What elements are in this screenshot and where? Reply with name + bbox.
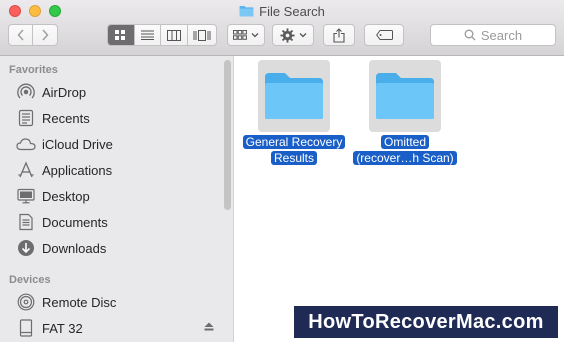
desktop-icon (16, 186, 36, 206)
view-mode-control (107, 24, 217, 46)
sidebar-item-label: Downloads (42, 240, 107, 256)
sidebar-scrollbar[interactable] (224, 60, 231, 210)
cover-flow-view-button[interactable] (188, 25, 216, 45)
sidebar-item-label: AirDrop (42, 84, 87, 100)
sidebar-item-label: iCloud Drive (42, 136, 113, 152)
share-icon (333, 27, 345, 43)
column-view-button[interactable] (161, 25, 188, 45)
sidebar-item-label: Remote Disc (42, 294, 117, 310)
applications-icon (16, 160, 36, 180)
airdrop-icon (16, 82, 36, 102)
sidebar: Favorites AirDrop Recents iCloud Drive A… (0, 56, 234, 342)
icon-view-button[interactable] (108, 25, 135, 45)
chevron-left-icon (16, 29, 24, 41)
chevron-right-icon (42, 29, 49, 41)
documents-icon (16, 212, 36, 232)
disc-icon (16, 292, 36, 312)
eject-icon[interactable] (204, 322, 214, 331)
finder-window: File Search Search Favorites AirDrop Rec… (0, 0, 564, 342)
sidebar-item-documents[interactable]: Documents (16, 211, 108, 233)
devices-header: Devices (9, 274, 51, 286)
search-placeholder: Search (480, 27, 523, 43)
favorites-header: Favorites (9, 64, 58, 76)
folder-label-omitted[interactable]: Omitted (recover…h Scan) (345, 134, 465, 166)
arrange-button[interactable] (227, 24, 265, 46)
downloads-icon (16, 238, 36, 258)
nav-buttons (8, 24, 58, 46)
back-button[interactable] (9, 25, 34, 45)
search-field[interactable]: Search (430, 24, 556, 46)
folder-name-line2: (recover…h Scan) (353, 151, 457, 165)
window-title: File Search (0, 3, 564, 20)
toolbar: File Search Search (0, 0, 564, 56)
folder-item-general-recovery[interactable] (258, 60, 330, 132)
sidebar-item-airdrop[interactable]: AirDrop (16, 81, 86, 103)
folder-name-line1: Omitted (380, 135, 429, 149)
sidebar-item-desktop[interactable]: Desktop (16, 185, 90, 207)
grid-icon (115, 29, 126, 40)
file-browser-content: General Recovery Results Omitted (recove… (235, 56, 564, 342)
search-icon (464, 29, 476, 41)
sidebar-item-label: Desktop (42, 188, 90, 204)
folder-icon (376, 73, 434, 119)
sidebar-item-label: Applications (42, 162, 113, 178)
cover-flow-icon (193, 29, 211, 41)
arrange-grid-icon (233, 30, 247, 40)
list-view-button[interactable] (135, 25, 162, 45)
chevron-down-icon (251, 33, 259, 38)
folder-name-line1: General Recovery (242, 135, 346, 149)
recents-icon (16, 108, 36, 128)
chevron-down-icon (299, 33, 306, 38)
columns-icon (166, 29, 181, 41)
sidebar-item-remote-disc[interactable]: Remote Disc (16, 291, 116, 313)
sidebar-item-fat-32[interactable]: FAT 32 (16, 317, 83, 339)
drive-icon (16, 318, 36, 338)
watermark-banner: HowToRecoverMac.com (294, 306, 558, 338)
icloud-icon (16, 134, 36, 154)
edit-tags-button[interactable] (364, 24, 404, 46)
sidebar-item-label: FAT 32 (42, 320, 83, 336)
sidebar-item-icloud-drive[interactable]: iCloud Drive (16, 133, 113, 155)
folder-label-general-recovery[interactable]: General Recovery Results (235, 134, 353, 166)
list-icon (140, 30, 154, 40)
share-button[interactable] (323, 24, 355, 46)
tag-icon (375, 30, 393, 40)
sidebar-item-downloads[interactable]: Downloads (16, 237, 106, 259)
folder-item-omitted[interactable] (369, 60, 441, 132)
sidebar-item-label: Recents (42, 110, 90, 126)
gear-icon (279, 27, 295, 43)
window-title-text: File Search (259, 4, 325, 19)
folder-name-line2: Results (270, 151, 317, 165)
folder-icon (239, 6, 254, 17)
action-button[interactable] (272, 24, 314, 46)
forward-button[interactable] (33, 25, 57, 45)
sidebar-item-label: Documents (42, 214, 108, 230)
folder-icon (265, 73, 323, 119)
sidebar-item-applications[interactable]: Applications (16, 159, 112, 181)
sidebar-item-recents[interactable]: Recents (16, 107, 90, 129)
